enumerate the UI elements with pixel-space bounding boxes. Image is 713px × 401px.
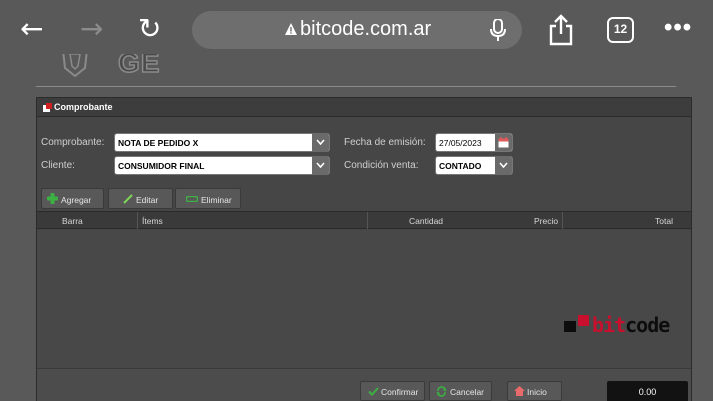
refresh-icon (436, 386, 447, 397)
calendar-icon[interactable] (495, 134, 512, 151)
condicion-venta-select[interactable]: CONTADO (435, 156, 513, 175)
bitcode-logo-icon (564, 315, 589, 332)
window-titlebar: Comprobante (37, 98, 691, 117)
chevron-down-icon[interactable] (312, 156, 329, 175)
chevron-down-icon[interactable] (495, 156, 512, 175)
home-icon (514, 386, 525, 396)
url-text: bitcode.com.ar (300, 18, 432, 40)
plus-icon (47, 193, 58, 204)
watermark-text: bitcode (592, 313, 670, 337)
edit-button-label: Editar (136, 195, 159, 205)
document-icon (43, 103, 52, 112)
column-separator (367, 212, 368, 229)
cliente-select[interactable]: CONSUMIDOR FINAL (114, 156, 330, 175)
browser-toolbar: ← → ↻ bitcode.com.ar 12 ••• (0, 0, 713, 60)
cancel-button[interactable]: Cancelar (429, 381, 492, 401)
column-header-barra[interactable]: Barra (62, 216, 83, 226)
confirm-button[interactable]: Confirmar (360, 381, 425, 401)
chevron-down-icon[interactable] (312, 133, 329, 152)
condicion-venta-label: Condición venta: (344, 160, 419, 171)
divider (36, 86, 676, 87)
cancel-button-label: Cancelar (450, 387, 485, 397)
column-header-precio[interactable]: Precio (534, 216, 558, 226)
comprobante-label: Comprobante: (41, 137, 105, 148)
total-amount: 0.00 (607, 381, 688, 401)
fecha-emision-label: Fecha de emisión: (344, 137, 426, 148)
items-table-header: Barra Ítems Cantidad Precio Total (37, 211, 691, 229)
fecha-emision-input[interactable]: 27/05/2023 (435, 133, 513, 152)
column-header-total[interactable]: Total (655, 216, 673, 226)
forward-arrow-icon[interactable]: → (80, 14, 103, 44)
add-button[interactable]: Agregar (41, 188, 104, 209)
watermark-code: code (625, 313, 670, 337)
address-bar[interactable]: bitcode.com.ar (192, 11, 522, 49)
column-separator (562, 212, 563, 229)
cliente-value: CONSUMIDOR FINAL (118, 161, 205, 171)
pencil-icon (123, 194, 133, 204)
cliente-label: Cliente: (41, 160, 75, 171)
reload-icon[interactable]: ↻ (138, 14, 161, 44)
bitcode-watermark: bitcode (564, 313, 710, 337)
home-button[interactable]: Inicio (507, 381, 562, 401)
more-menu-icon[interactable]: ••• (664, 14, 692, 42)
comprobante-value: NOTA DE PEDIDO X (118, 138, 199, 148)
back-arrow-icon[interactable]: ← (20, 14, 43, 44)
minus-icon (186, 196, 198, 202)
column-separator (137, 212, 138, 229)
home-button-label: Inicio (527, 387, 547, 397)
comprobante-select[interactable]: NOTA DE PEDIDO X (114, 133, 330, 152)
add-button-label: Agregar (61, 195, 92, 205)
microphone-icon[interactable] (490, 19, 506, 41)
checkmark-icon (368, 387, 379, 396)
warning-icon (285, 23, 297, 35)
condicion-venta-value: CONTADO (439, 161, 482, 171)
logo-text: GE ACCESORIOS (117, 54, 161, 78)
comprobante-window: Comprobante Comprobante: NOTA DE PEDIDO … (36, 97, 692, 401)
items-table-body[interactable] (37, 230, 691, 368)
delete-button[interactable]: Eliminar (175, 188, 241, 209)
confirm-button-label: Confirmar (381, 387, 419, 397)
tab-count-button[interactable]: 12 (607, 17, 634, 43)
shield-logo-icon (62, 54, 88, 78)
edit-button[interactable]: Editar (108, 188, 173, 209)
fecha-emision-value: 27/05/2023 (439, 138, 482, 148)
share-icon[interactable] (548, 14, 574, 46)
window-title: Comprobante (54, 102, 113, 112)
site-logo: GE ACCESORIOS (56, 54, 356, 78)
column-header-items[interactable]: Ítems (142, 216, 163, 226)
watermark-bit: bit (592, 313, 626, 337)
column-header-cantidad[interactable]: Cantidad (409, 216, 443, 226)
delete-button-label: Eliminar (201, 195, 232, 205)
